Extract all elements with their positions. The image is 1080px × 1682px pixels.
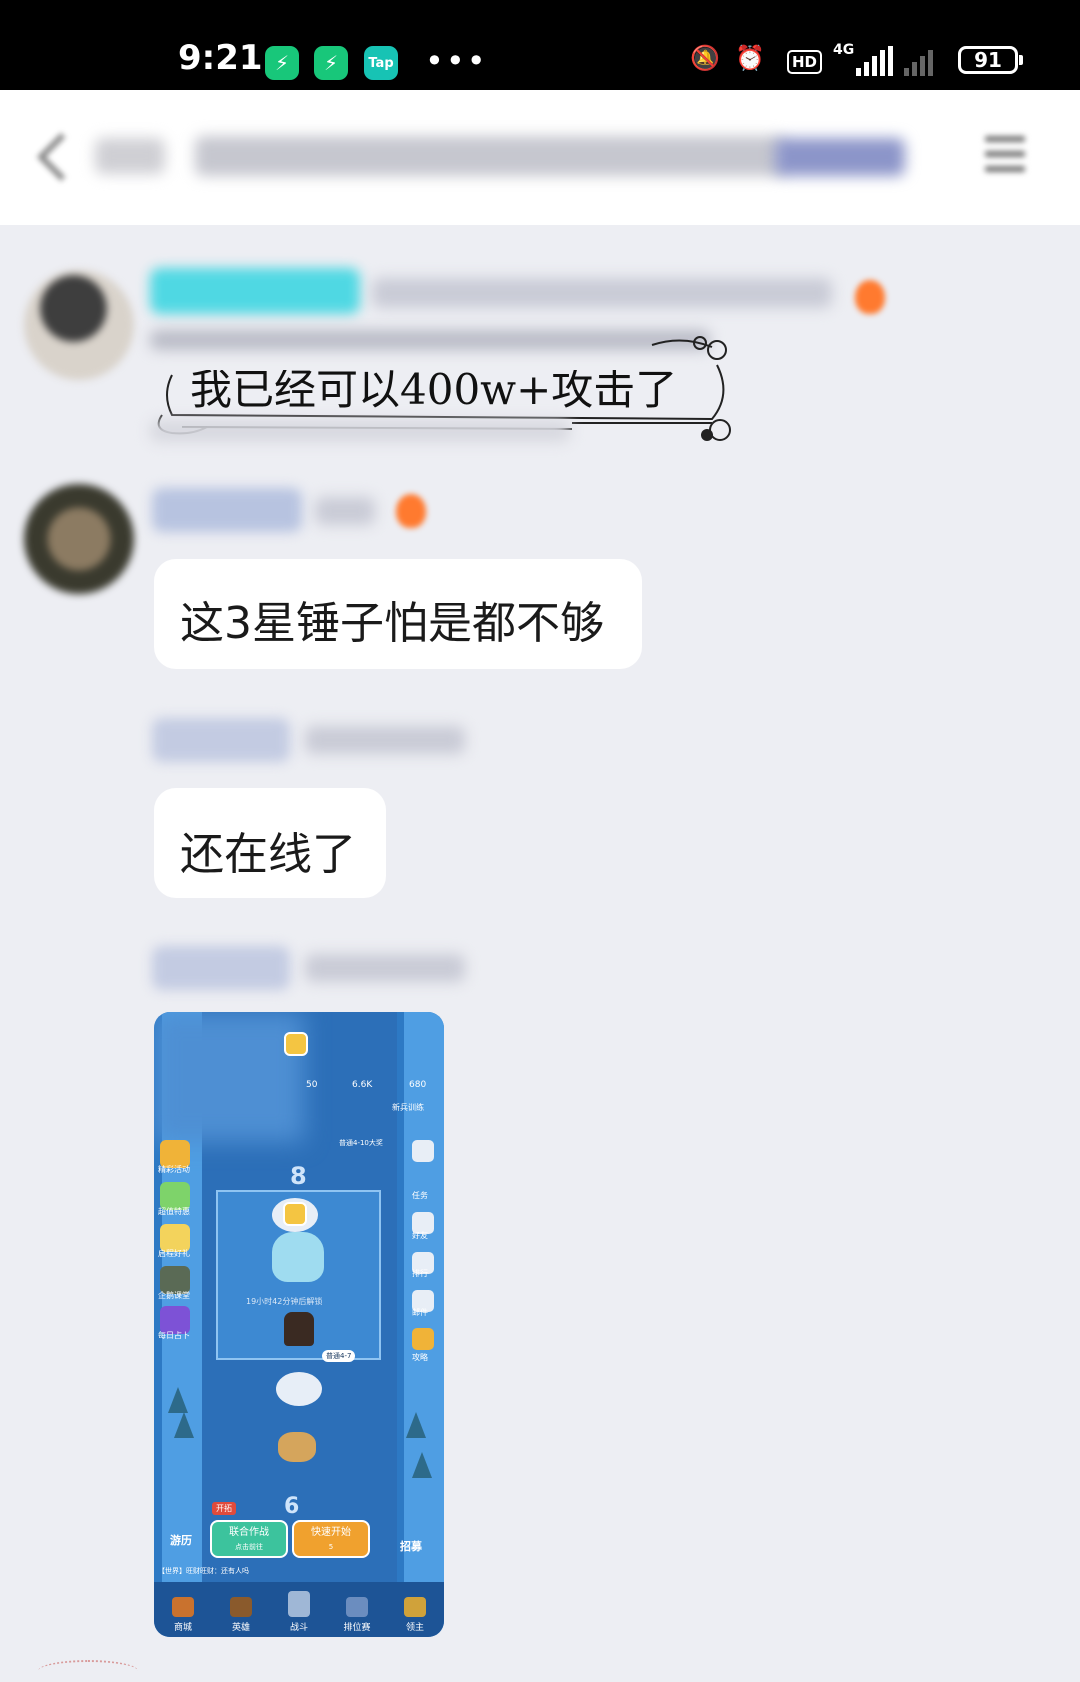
member-tag-blurred xyxy=(152,488,302,532)
left-menu-item: 超值特惠 xyxy=(158,1207,190,1216)
stage-number: 8 xyxy=(290,1162,307,1190)
quick-start-button[interactable]: 快速开始 5 xyxy=(292,1520,370,1558)
sender-name-blurred xyxy=(305,954,465,982)
battery-icon: 91 xyxy=(958,46,1023,74)
chat-title-blurred xyxy=(95,138,165,174)
hd-icon: HD xyxy=(787,50,823,74)
right-menu-item: 任务 xyxy=(412,1191,428,1200)
signal-2-icon xyxy=(904,46,933,76)
left-menu-item: 精彩活动 xyxy=(158,1165,190,1174)
resource-3: 680 xyxy=(409,1080,427,1090)
more-notifications-icon: ••• xyxy=(425,42,488,80)
shield-icon: ⚡ xyxy=(314,46,348,80)
battery-level: 91 xyxy=(974,48,1002,72)
sender-name-blurred xyxy=(315,497,375,525)
stage-tag: 普通4-7 xyxy=(322,1350,356,1362)
resource-1: 50 xyxy=(306,1080,318,1090)
chat-title-blurred xyxy=(195,136,785,176)
frame-blurred xyxy=(150,420,570,442)
game-nav-battle: 战斗 xyxy=(274,1591,324,1637)
game-nav-lord: 领主 xyxy=(390,1597,440,1637)
game-bottom-nav: 商城 英雄 战斗 排位赛 领主 xyxy=(154,1582,444,1637)
sender-name-blurred xyxy=(305,726,465,754)
member-tag-blurred xyxy=(152,946,290,990)
monster-icon xyxy=(272,1232,324,1282)
key-icon xyxy=(283,1202,307,1226)
stage-number-bottom: 6 xyxy=(284,1494,300,1519)
avatar[interactable] xyxy=(24,270,134,380)
menu-icon[interactable] xyxy=(985,136,1025,181)
key-icon xyxy=(284,1032,308,1056)
member-tag-blurred xyxy=(152,718,290,762)
left-menu-item: 启程好礼 xyxy=(158,1249,190,1258)
coop-button[interactable]: 联合作战 点击前往 xyxy=(210,1520,288,1558)
world-chat-line: 【世界】旺财旺财：还有人吗 xyxy=(158,1567,249,1575)
shield-icon: ⚡ xyxy=(265,46,299,80)
unlock-text: 19小时42分钟后解锁 xyxy=(246,1297,323,1306)
game-nav-heroes: 英雄 xyxy=(216,1597,266,1637)
game-nav-ranked: 排位赛 xyxy=(332,1597,382,1637)
message-bubble[interactable]: 还在线了 xyxy=(154,788,386,898)
right-menu-item: 邮件 xyxy=(412,1308,428,1317)
chat-title-badge-blurred xyxy=(775,138,905,176)
recruit-label: 招募 xyxy=(400,1540,422,1553)
alarm-icon: ⏰ xyxy=(735,44,765,72)
right-top-label: 新兵训练 xyxy=(392,1103,424,1112)
message-text: 这3星锤子怕是都不够 xyxy=(180,598,604,649)
decorative-doodle xyxy=(38,1660,138,1682)
left-menu-item: 企鹅课堂 xyxy=(158,1291,190,1300)
resource-2: 6.6K xyxy=(352,1080,373,1090)
image-message[interactable]: 50 6.6K 680 新兵训练 普通4-10大奖 精彩活动 超值特惠 启程好礼… xyxy=(154,1012,444,1637)
creature-icon xyxy=(278,1432,316,1462)
right-menu-item: 排行 xyxy=(412,1269,428,1278)
message-text: 还在线了 xyxy=(180,829,356,880)
status-bar: 9:21 ⚡ ⚡ Tap ••• 🔕 ⏰ HD 4G 91 xyxy=(0,0,1080,90)
fire-tag: 普通4-10大奖 xyxy=(339,1139,383,1147)
member-tag-blurred xyxy=(150,268,360,314)
avatar[interactable] xyxy=(24,484,134,594)
tap-app-icon: Tap xyxy=(364,46,398,80)
right-menu-item: 好友 xyxy=(412,1231,428,1240)
sender-name-blurred xyxy=(372,278,832,308)
open-tag: 开拓 xyxy=(212,1502,236,1515)
signal-icon xyxy=(856,46,893,76)
game-nav-shop: 商城 xyxy=(158,1597,208,1637)
status-time: 9:21 xyxy=(178,38,263,78)
fire-icon xyxy=(396,494,426,528)
fire-icon xyxy=(855,280,885,314)
message-bubble[interactable]: 这3星锤子怕是都不够 xyxy=(154,559,642,669)
right-menu-item: 攻略 xyxy=(412,1353,428,1362)
travel-label: 游历 xyxy=(170,1534,192,1547)
mute-icon: 🔕 xyxy=(690,44,720,72)
network-type: 4G xyxy=(833,42,855,58)
left-menu-item: 每日占卜 xyxy=(158,1331,190,1340)
hero-icon xyxy=(284,1312,314,1346)
